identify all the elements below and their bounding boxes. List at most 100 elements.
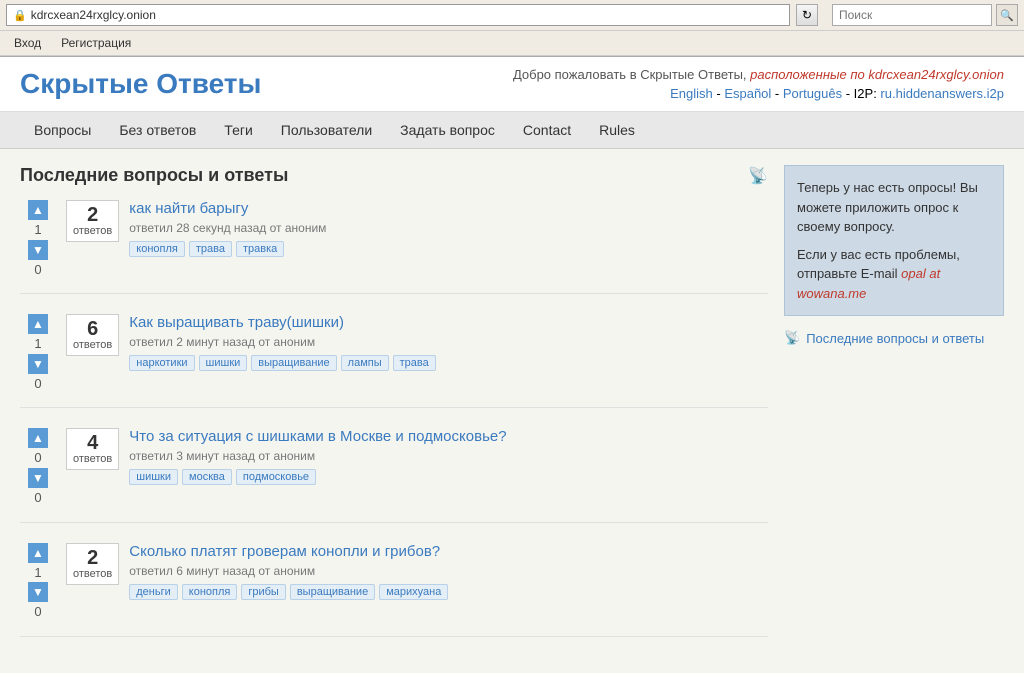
vote-up-count: 1 [34, 336, 41, 352]
browser-chrome: 🔒 kdrcxean24rxglcy.onion ↻ 🔍 Вход Регист… [0, 0, 1024, 57]
questions-list: ▲ 1 ▼ 0 2 ответов как найти барыгу ответ… [20, 200, 768, 637]
question-title[interactable]: Сколько платят гроверам конопли и грибов… [129, 543, 440, 560]
sidebar: Теперь у нас есть опросы! Вы можете прил… [784, 165, 1004, 657]
vote-up-count: 1 [34, 222, 41, 238]
question-body: Сколько платят гроверам конопли и грибов… [129, 543, 768, 600]
nav-item-questions[interactable]: Вопросы [20, 112, 105, 148]
tag[interactable]: москва [182, 469, 232, 485]
question-item: ▲ 0 ▼ 0 4 ответов Что за ситуация с шишк… [20, 428, 768, 522]
site-title: Скрытые Ответы [20, 68, 261, 100]
nav-item-contact[interactable]: Contact [509, 112, 585, 148]
lang-portugues[interactable]: Português [783, 86, 842, 101]
tag[interactable]: подмосковье [236, 469, 316, 485]
address-bar-row: 🔒 kdrcxean24rxglcy.onion ↻ 🔍 [0, 0, 1024, 31]
answers-label: ответов [73, 568, 112, 580]
login-button[interactable]: Вход [6, 34, 49, 52]
tag[interactable]: марихуана [379, 584, 448, 600]
sidebar-poll-text1: Теперь у нас есть опросы! Вы можете прил… [797, 178, 991, 237]
question-title[interactable]: Как выращивать траву(шишки) [129, 314, 344, 331]
answers-label: ответов [73, 339, 112, 351]
page-wrapper: Скрытые Ответы Добро пожаловать в Скрыты… [0, 57, 1024, 673]
browser-search-input[interactable] [832, 4, 992, 26]
tag-list: коноплятраватравка [129, 241, 768, 257]
vote-up-button[interactable]: ▲ [28, 543, 48, 563]
vote-up-count: 0 [34, 450, 41, 466]
sidebar-rss-label: Последние вопросы и ответы [806, 331, 984, 346]
tag[interactable]: деньги [129, 584, 178, 600]
answer-count-box: 4 ответов [66, 428, 119, 470]
question-body: Что за ситуация с шишками в Москве и под… [129, 428, 768, 485]
tag-list: деньгиконоплягрибы выращиваниемарихуана [129, 584, 768, 600]
vote-up-count: 1 [34, 565, 41, 581]
rss-icon[interactable]: 📡 [748, 166, 768, 186]
vote-down-button[interactable]: ▼ [28, 582, 48, 602]
answer-count: 6 [73, 319, 112, 339]
tag[interactable]: наркотики [129, 355, 194, 371]
sep2: - [771, 86, 783, 101]
lang-espanol[interactable]: Español [724, 86, 771, 101]
nav-item-rules[interactable]: Rules [585, 112, 649, 148]
question-item: ▲ 1 ▼ 0 6 ответов Как выращивать траву(ш… [20, 314, 768, 408]
tag[interactable]: трава [393, 355, 436, 371]
tag[interactable]: выращивание [251, 355, 336, 371]
tag[interactable]: конопля [129, 241, 185, 257]
question-item: ▲ 1 ▼ 0 2 ответов Сколько платят гровера… [20, 543, 768, 637]
tag[interactable]: шишки [129, 469, 178, 485]
vote-box: ▲ 1 ▼ 0 [20, 314, 56, 391]
register-button[interactable]: Регистрация [53, 34, 139, 52]
tag[interactable]: грибы [241, 584, 285, 600]
site-nav: Вопросы Без ответов Теги Пользователи За… [0, 112, 1024, 149]
section-title: Последние вопросы и ответы [20, 165, 288, 186]
sep1: - [713, 86, 725, 101]
answers-label: ответов [73, 225, 112, 237]
reload-button[interactable]: ↻ [796, 4, 818, 26]
nav-item-tags[interactable]: Теги [210, 112, 266, 148]
tag[interactable]: лампы [341, 355, 389, 371]
question-title[interactable]: Что за ситуация с шишками в Москве и под… [129, 428, 506, 445]
question-body: как найти барыгу ответил 28 секунд назад… [129, 200, 768, 257]
vote-box: ▲ 1 ▼ 0 [20, 543, 56, 620]
vote-down-count: 0 [34, 604, 41, 620]
answers-label: ответов [73, 453, 112, 465]
section-title-row: Последние вопросы и ответы 📡 [20, 165, 768, 186]
sidebar-poll-text2: Если у вас есть проблемы, отправьте E-ma… [797, 245, 991, 304]
tag[interactable]: выращивание [290, 584, 375, 600]
lang-english[interactable]: English [670, 86, 713, 101]
question-title[interactable]: как найти барыгу [129, 200, 248, 217]
sidebar-poll-box: Теперь у нас есть опросы! Вы можете прил… [784, 165, 1004, 316]
tag-list: наркотики шишкивыращивание лампытрава [129, 355, 768, 371]
main-layout: Последние вопросы и ответы 📡 ▲ 1 ▼ 0 2 о… [0, 149, 1024, 673]
vote-box: ▲ 1 ▼ 0 [20, 200, 56, 277]
tag[interactable]: трава [189, 241, 232, 257]
question-item: ▲ 1 ▼ 0 2 ответов как найти барыгу ответ… [20, 200, 768, 294]
header-right: Добро пожаловать в Скрытые Ответы, распо… [513, 67, 1004, 101]
address-bar: 🔒 kdrcxean24rxglcy.onion [6, 4, 790, 26]
welcome-text: Добро пожаловать в Скрытые Ответы, [513, 67, 750, 82]
site-link: расположенные по kdrcxean24rxglcy.onion [750, 67, 1004, 82]
browser-search-button[interactable]: 🔍 [996, 4, 1018, 26]
main-content: Последние вопросы и ответы 📡 ▲ 1 ▼ 0 2 о… [20, 165, 768, 657]
vote-up-button[interactable]: ▲ [28, 314, 48, 334]
vote-down-button[interactable]: ▼ [28, 240, 48, 260]
lang-i2p[interactable]: ru.hiddenanswers.i2p [880, 86, 1004, 101]
question-meta: ответил 28 секунд назад от аноним [129, 221, 768, 235]
sidebar-rss[interactable]: 📡 Последние вопросы и ответы [784, 330, 1004, 346]
address-text: kdrcxean24rxglcy.onion [31, 8, 156, 22]
nav-item-users[interactable]: Пользователи [267, 112, 386, 148]
vote-up-button[interactable]: ▲ [28, 428, 48, 448]
nav-item-ask[interactable]: Задать вопрос [386, 112, 509, 148]
answer-count: 2 [73, 548, 112, 568]
question-meta: ответил 6 минут назад от аноним [129, 564, 768, 578]
vote-up-button[interactable]: ▲ [28, 200, 48, 220]
sep3: - I2P: [842, 86, 880, 101]
header-langs: English - Español - Português - I2P: ru.… [513, 86, 1004, 101]
tag[interactable]: шишки [199, 355, 248, 371]
vote-down-button[interactable]: ▼ [28, 468, 48, 488]
answer-count: 2 [73, 205, 112, 225]
vote-down-button[interactable]: ▼ [28, 354, 48, 374]
vote-box: ▲ 0 ▼ 0 [20, 428, 56, 505]
site-header: Скрытые Ответы Добро пожаловать в Скрыты… [0, 57, 1024, 112]
tag[interactable]: травка [236, 241, 284, 257]
nav-item-unanswered[interactable]: Без ответов [105, 112, 210, 148]
tag[interactable]: конопля [182, 584, 238, 600]
